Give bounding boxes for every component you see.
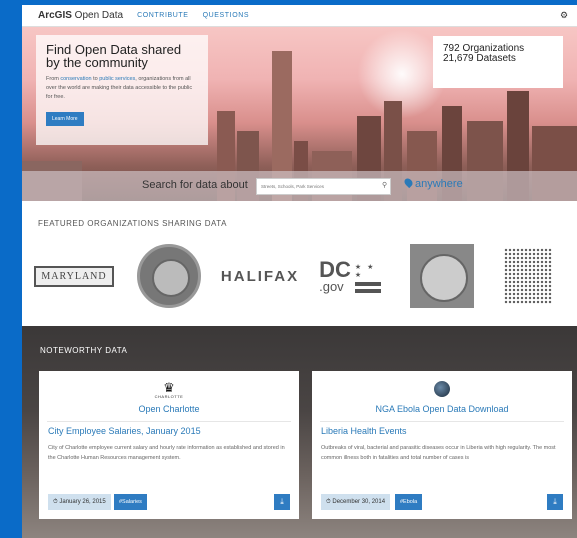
card-org-link[interactable]: NGA Ebola Open Data Download	[312, 404, 572, 414]
flag-stripe	[354, 281, 381, 286]
nav-link-contribute[interactable]: CONTRIBUTE	[137, 12, 189, 19]
dc-main-text: DC	[319, 256, 351, 282]
search-label: Search for data about	[142, 179, 248, 191]
card-logo: ♛ CHARLOTTE	[39, 381, 299, 399]
globe-icon	[434, 381, 450, 397]
top-nav: ArcGIS Open Data CONTRIBUTE QUESTIONS ⚙	[22, 5, 577, 27]
maryland-wordmark: MARYLAND	[34, 265, 114, 287]
dc-gov-logo[interactable]: DC .gov ★ ★ ★	[314, 243, 386, 309]
halifax-logo[interactable]: HALIFAX	[220, 243, 300, 309]
noteworthy-title: NOTEWORTHY DATA	[40, 346, 128, 355]
card-title-link[interactable]: Liberia Health Events	[321, 426, 407, 436]
card-description: City of Charlotte employee current salar…	[48, 445, 285, 461]
conservation-link[interactable]: conservation	[60, 76, 91, 82]
card-divider	[47, 421, 291, 422]
public-services-link[interactable]: public services	[99, 76, 135, 82]
dataset-card: ♛ CHARLOTTE Open Charlotte City Employee…	[39, 371, 299, 519]
card-org-link[interactable]: Open Charlotte	[39, 404, 299, 414]
download-button[interactable]: ⤓	[547, 494, 563, 510]
seal-icon	[137, 244, 201, 308]
search-bar: Search for data about ⚲ anywhere	[22, 171, 577, 201]
hero-title: Find Open Data shared by the community	[46, 42, 182, 70]
location-anywhere[interactable]: anywhere	[402, 176, 463, 190]
pixel-grid-icon	[504, 248, 552, 304]
card-title-link[interactable]: City Employee Salaries, January 2015	[48, 426, 201, 436]
hero-banner: Find Open Data shared by the community F…	[22, 27, 577, 201]
download-icon: ⤓	[280, 497, 284, 506]
pixel-map-logo[interactable]	[500, 243, 556, 309]
gear-icon[interactable]: ⚙	[560, 11, 569, 20]
card-footer: ⏱ December 30, 2014 #Ebola ⤓	[321, 494, 563, 510]
flag-stripe	[354, 288, 381, 293]
search-icon[interactable]: ⚲	[382, 181, 387, 189]
featured-section: FEATURED ORGANIZATIONS SHARING DATA MARY…	[22, 201, 577, 326]
stats-box: 792 Organizations 21,679 Datasets	[433, 36, 563, 88]
dc-text: DC .gov	[319, 256, 351, 293]
date-text: December 30, 2014	[332, 499, 386, 505]
card-description: Outbreaks of viral, bacterial and parasi…	[321, 445, 556, 461]
card-footer: ⏱ January 26, 2015 #Salaries ⤓	[48, 494, 290, 510]
learn-more-button[interactable]: Learn More	[46, 112, 84, 126]
card-logo-text: CHARLOTTE	[154, 394, 184, 399]
search-input[interactable]	[256, 178, 391, 195]
logo-prefix: ArcGIS	[38, 10, 72, 21]
tag-badge[interactable]: #Ebola	[395, 494, 423, 510]
location-label: anywhere	[415, 178, 463, 190]
hero-intro-box: Find Open Data shared by the community F…	[36, 35, 208, 145]
nav-link-questions[interactable]: QUESTIONS	[203, 12, 250, 19]
seal-icon	[410, 244, 474, 308]
dc-stars: ★ ★ ★	[354, 263, 376, 279]
maryland-logo[interactable]: MARYLAND	[34, 243, 114, 309]
tag-badge[interactable]: #Salaries	[114, 494, 147, 510]
dc-flag-icon: ★ ★ ★	[354, 260, 381, 293]
download-icon: ⤓	[553, 497, 557, 506]
date-text: January 26, 2015	[59, 499, 106, 505]
noteworthy-section: NOTEWORTHY DATA ♛ CHARLOTTE Open Charlot…	[22, 326, 577, 538]
datasets-count: 21,679 Datasets	[443, 53, 516, 64]
date-badge: ⏱ December 30, 2014	[321, 494, 391, 510]
charlotte-seal-logo[interactable]	[134, 243, 204, 309]
card-logo	[312, 381, 572, 402]
hero-description: From conservation to public services, or…	[46, 75, 198, 102]
map-pin-icon	[402, 176, 415, 189]
card-divider	[320, 421, 564, 422]
browser-frame: ArcGIS Open Data CONTRIBUTE QUESTIONS ⚙ …	[22, 5, 577, 538]
download-button[interactable]: ⤓	[274, 494, 290, 510]
dataset-card: NGA Ebola Open Data Download Liberia Hea…	[312, 371, 572, 519]
logo-suffix: Open Data	[71, 10, 124, 21]
crown-icon: ♛	[163, 380, 175, 395]
hero-text-part: From	[46, 76, 61, 82]
featured-title: FEATURED ORGANIZATIONS SHARING DATA	[38, 219, 227, 228]
date-badge: ⏱ January 26, 2015	[48, 494, 111, 510]
washington-seal-logo[interactable]	[408, 243, 476, 309]
arcgis-logo[interactable]: ArcGIS Open Data	[38, 10, 123, 21]
